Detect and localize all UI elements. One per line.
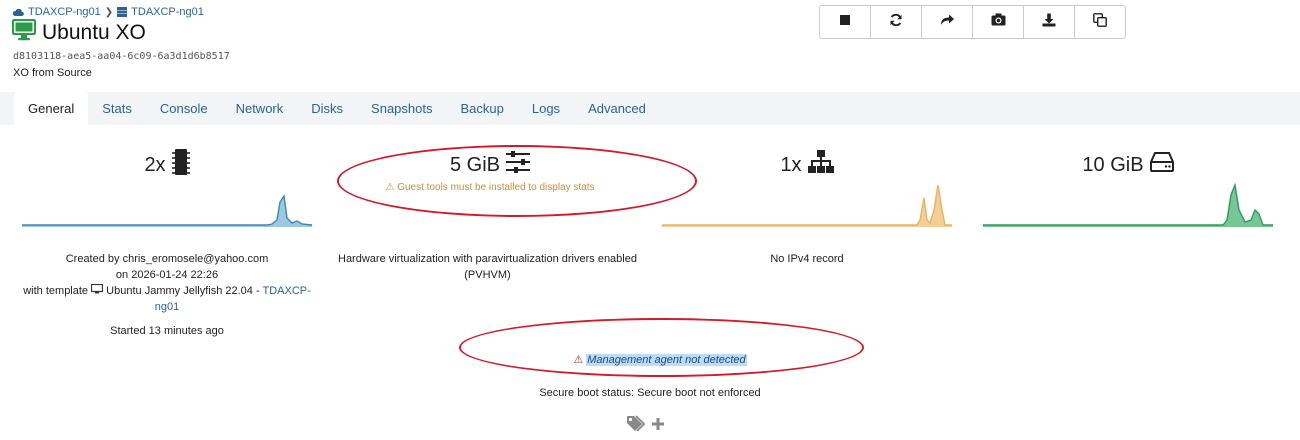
breadcrumb-host-link[interactable]: TDAXCP-ng01	[131, 6, 204, 18]
page-title: Ubuntu XO	[11, 18, 146, 46]
network-icon	[807, 150, 834, 180]
vm-uuid: d8103118-aea5-aa04-6c09-6a3d1d6b8517	[13, 51, 230, 62]
creation-info: Created by chris_eromosele@yahoo.com on …	[22, 251, 312, 339]
template-host-link[interactable]: TDAXCP-	[262, 285, 310, 297]
cpu-usage-sparkline	[22, 194, 313, 227]
virtualization-mode: Hardware virtualization with paravirtual…	[338, 253, 637, 265]
plus-icon	[652, 417, 664, 435]
secure-boot-status: Secure boot status: Secure boot not enfo…	[539, 387, 761, 399]
breadcrumb-pool-link[interactable]: TDAXCP-ng01	[28, 6, 101, 18]
breadcrumb: TDAXCP-ng01 ❯ TDAXCP-ng01	[12, 6, 204, 18]
cpu-icon	[171, 148, 190, 182]
virtualization-mode-abbr: (PVHVM)	[464, 269, 511, 281]
template-prefix: with template	[23, 285, 89, 297]
template-host-link-continued[interactable]: ng01	[22, 299, 312, 315]
cpu-count: 2x	[144, 153, 166, 176]
desktop-icon	[11, 18, 37, 46]
tab-general[interactable]: General	[14, 92, 89, 125]
template-info: with template Ubuntu Jammy Jellyfish 22.…	[22, 283, 312, 299]
chevron-right-icon: ❯	[104, 6, 114, 18]
stop-icon	[839, 13, 851, 31]
hard-drive-icon	[1149, 152, 1174, 178]
started-info: Started 13 minutes ago	[110, 325, 224, 337]
created-on: on 2026-01-24 22:26	[115, 269, 219, 281]
copy-button[interactable]	[1075, 6, 1125, 38]
export-button[interactable]	[1024, 6, 1075, 38]
tab-console[interactable]: Console	[146, 92, 222, 125]
migrate-icon	[940, 13, 955, 31]
vm-action-toolbar	[819, 5, 1126, 39]
disk-size: 10 GiB	[1082, 153, 1144, 176]
migrate-button[interactable]	[922, 6, 973, 38]
tab-logs[interactable]: Logs	[518, 92, 574, 125]
server-icon	[117, 7, 128, 17]
vm-description[interactable]: XO from Source	[13, 67, 92, 79]
ipv4-info: No IPv4 record	[770, 253, 844, 265]
tab-list: General Stats Console Network Disks Snap…	[14, 92, 660, 125]
network-usage-sparkline	[662, 184, 952, 227]
network-count: 1x	[780, 153, 802, 176]
stop-button[interactable]	[820, 6, 871, 38]
snapshot-button[interactable]	[973, 6, 1024, 38]
tab-disks[interactable]: Disks	[297, 92, 357, 125]
disk-stat: 10 GiB	[983, 145, 1273, 185]
add-tag-button[interactable]	[626, 415, 664, 436]
tags-icon	[626, 415, 650, 436]
restart-icon	[889, 13, 903, 32]
tab-stats[interactable]: Stats	[88, 92, 146, 125]
copy-icon	[1093, 12, 1107, 32]
cpu-stat: 2x	[22, 145, 312, 185]
vm-name[interactable]: Ubuntu XO	[42, 21, 146, 45]
annotation-ellipse-memory	[337, 145, 697, 217]
tab-network[interactable]: Network	[222, 92, 298, 125]
disk-usage-sparkline	[983, 182, 1273, 227]
cloud-icon	[12, 8, 24, 17]
snapshot-icon	[991, 13, 1006, 31]
tab-snapshots[interactable]: Snapshots	[357, 92, 446, 125]
network-stat: 1x	[662, 145, 952, 185]
created-by: Created by chris_eromosele@yahoo.com	[65, 253, 269, 265]
restart-button[interactable]	[871, 6, 922, 38]
virtualization-info: Hardware virtualization with paravirtual…	[330, 251, 645, 283]
monitor-icon	[91, 283, 104, 297]
tab-backup[interactable]: Backup	[446, 92, 517, 125]
template-name: Ubuntu Jammy Jellyfish 22.04	[106, 285, 253, 297]
tab-advanced[interactable]: Advanced	[574, 92, 660, 125]
annotation-ellipse-management-agent	[459, 318, 864, 377]
export-icon	[1042, 13, 1056, 32]
